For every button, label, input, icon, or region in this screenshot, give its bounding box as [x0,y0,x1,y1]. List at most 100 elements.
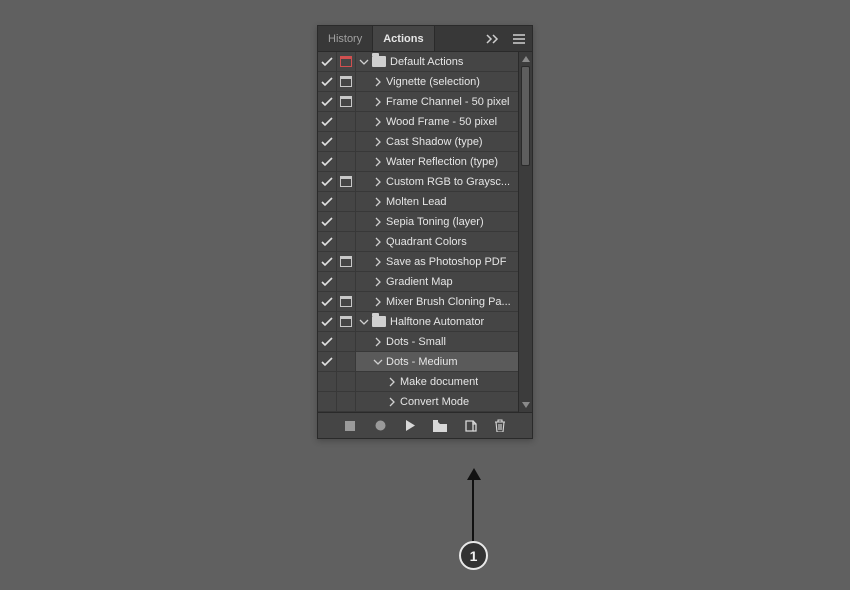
row-body[interactable]: Frame Channel - 50 pixel [356,92,532,111]
action-row[interactable]: Mixer Brush Cloning Pa... [318,292,532,312]
row-body[interactable]: Cast Shadow (type) [356,132,532,151]
row-body[interactable]: Water Reflection (type) [356,152,532,171]
tab-actions[interactable]: Actions [373,26,434,51]
disclosure-icon[interactable] [358,56,370,68]
action-row[interactable]: Convert Mode [318,392,532,412]
dialog-toggle[interactable] [337,292,356,311]
action-row[interactable]: Frame Channel - 50 pixel [318,92,532,112]
disclosure-icon[interactable] [372,336,384,348]
action-row[interactable]: Quadrant Colors [318,232,532,252]
toggle-checkbox[interactable] [318,312,337,331]
row-body[interactable]: Gradient Map [356,272,532,291]
action-row[interactable]: Wood Frame - 50 pixel [318,112,532,132]
row-body[interactable]: Dots - Small [356,332,532,351]
disclosure-icon[interactable] [372,216,384,228]
dialog-toggle[interactable] [337,172,356,191]
disclosure-icon[interactable] [386,376,398,388]
new-set-button[interactable] [429,415,451,437]
disclosure-icon[interactable] [372,256,384,268]
toggle-checkbox[interactable] [318,272,337,291]
action-row[interactable]: Water Reflection (type) [318,152,532,172]
row-body[interactable]: Molten Lead [356,192,532,211]
tab-history[interactable]: History [318,26,373,51]
dialog-toggle[interactable] [337,272,356,291]
row-body[interactable]: Save as Photoshop PDF [356,252,532,271]
dialog-toggle[interactable] [337,92,356,111]
row-body[interactable]: Make document [356,372,532,391]
row-body[interactable]: Dots - Medium [356,352,532,371]
disclosure-icon[interactable] [372,236,384,248]
toggle-checkbox[interactable] [318,112,337,131]
dialog-toggle[interactable] [337,352,356,371]
row-body[interactable]: Quadrant Colors [356,232,532,251]
row-body[interactable]: Halftone Automator [356,312,532,331]
dialog-toggle[interactable] [337,372,356,391]
disclosure-icon[interactable] [372,196,384,208]
toggle-checkbox[interactable] [318,72,337,91]
trash-button[interactable] [489,415,511,437]
toggle-checkbox[interactable] [318,132,337,151]
toggle-checkbox[interactable] [318,172,337,191]
disclosure-icon[interactable] [372,76,384,88]
toggle-checkbox[interactable] [318,52,337,71]
panel-menu-icon[interactable] [506,26,532,51]
toggle-checkbox[interactable] [318,332,337,351]
toggle-checkbox[interactable] [318,252,337,271]
dialog-toggle[interactable] [337,312,356,331]
actions-list[interactable]: Default ActionsVignette (selection)Frame… [318,52,532,412]
dialog-toggle[interactable] [337,52,356,71]
dialog-toggle[interactable] [337,212,356,231]
action-row[interactable]: Gradient Map [318,272,532,292]
dialog-toggle[interactable] [337,392,356,411]
row-body[interactable]: Default Actions [356,52,532,71]
row-body[interactable]: Mixer Brush Cloning Pa... [356,292,532,311]
action-row[interactable]: Dots - Small [318,332,532,352]
disclosure-icon[interactable] [386,396,398,408]
dialog-toggle[interactable] [337,332,356,351]
action-row[interactable]: Make document [318,372,532,392]
dialog-toggle[interactable] [337,152,356,171]
record-button[interactable] [369,415,391,437]
row-body[interactable]: Custom RGB to Graysc... [356,172,532,191]
disclosure-icon[interactable] [372,276,384,288]
collapse-icon[interactable] [480,26,506,51]
toggle-checkbox[interactable] [318,232,337,251]
disclosure-icon[interactable] [372,296,384,308]
scrollbar-down[interactable] [519,398,532,412]
toggle-checkbox[interactable] [318,92,337,111]
toggle-checkbox[interactable] [318,372,337,391]
disclosure-icon[interactable] [372,116,384,128]
toggle-checkbox[interactable] [318,192,337,211]
action-row[interactable]: Cast Shadow (type) [318,132,532,152]
disclosure-icon[interactable] [372,156,384,168]
action-row[interactable]: Molten Lead [318,192,532,212]
action-row[interactable]: Halftone Automator [318,312,532,332]
scrollbar[interactable] [518,52,532,412]
new-action-button[interactable] [459,415,481,437]
row-body[interactable]: Convert Mode [356,392,532,411]
action-row[interactable]: Custom RGB to Graysc... [318,172,532,192]
toggle-checkbox[interactable] [318,152,337,171]
disclosure-icon[interactable] [372,176,384,188]
dialog-toggle[interactable] [337,112,356,131]
scrollbar-thumb[interactable] [521,66,530,166]
action-row[interactable]: Save as Photoshop PDF [318,252,532,272]
dialog-toggle[interactable] [337,72,356,91]
disclosure-icon[interactable] [372,356,384,368]
row-body[interactable]: Vignette (selection) [356,72,532,91]
action-row[interactable]: Vignette (selection) [318,72,532,92]
disclosure-icon[interactable] [372,136,384,148]
scrollbar-up[interactable] [519,52,532,66]
play-button[interactable] [399,415,421,437]
row-body[interactable]: Wood Frame - 50 pixel [356,112,532,131]
action-row[interactable]: Default Actions [318,52,532,72]
dialog-toggle[interactable] [337,192,356,211]
toggle-checkbox[interactable] [318,352,337,371]
action-row[interactable]: Sepia Toning (layer) [318,212,532,232]
row-body[interactable]: Sepia Toning (layer) [356,212,532,231]
dialog-toggle[interactable] [337,252,356,271]
toggle-checkbox[interactable] [318,392,337,411]
dialog-toggle[interactable] [337,232,356,251]
disclosure-icon[interactable] [372,96,384,108]
toggle-checkbox[interactable] [318,212,337,231]
